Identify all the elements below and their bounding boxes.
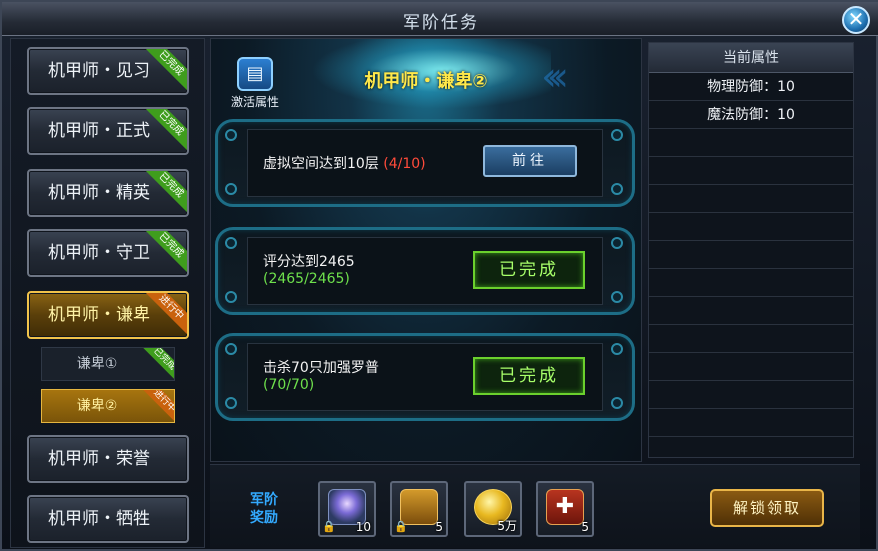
rank-label: 机甲师・守卫 xyxy=(48,243,150,263)
task-progress: (70/70) xyxy=(263,377,315,393)
task-title: 机甲师・谦卑② xyxy=(364,71,488,92)
book-icon: ▤ xyxy=(237,57,273,91)
lock-icon: 🔒 xyxy=(394,520,408,533)
close-icon[interactable]: ✕ xyxy=(842,6,870,34)
rank-item-elite[interactable]: 机甲师・精英 已完成 xyxy=(27,169,189,217)
frame-bolt-icon xyxy=(611,237,623,249)
rank-item-sacrifice[interactable]: 机甲师・牺牲 xyxy=(27,495,189,543)
attribute-row-empty xyxy=(649,129,853,157)
rank-label: 机甲师・见习 xyxy=(48,61,150,81)
rank-item-guard[interactable]: 机甲师・守卫 已完成 xyxy=(27,229,189,277)
frame-bolt-icon xyxy=(611,129,623,141)
reward-label-line1: 军阶 xyxy=(250,492,278,508)
task-progress: (2465/2465) xyxy=(263,271,350,287)
attribute-row-empty xyxy=(649,185,853,213)
activate-label: 激活属性 xyxy=(230,95,279,109)
reward-slot[interactable]: 5万 xyxy=(464,481,522,537)
reward-qty: 5 xyxy=(435,520,443,534)
activate-attributes-button[interactable]: ▤ 激活属性 xyxy=(225,57,285,113)
attribute-row-empty xyxy=(649,269,853,297)
task-text: 评分达到2465 xyxy=(263,254,355,270)
chevron-decor-icon: ‹‹‹ xyxy=(541,54,569,100)
frame-bolt-icon xyxy=(611,183,623,195)
reward-qty: 5万 xyxy=(497,519,517,533)
task-panel: ‹‹‹ ▤ 激活属性 机甲师・谦卑② 虚拟空间达到10层 (4/10) 前往 评… xyxy=(210,38,642,462)
rank-item-apprentice[interactable]: 机甲师・见习 已完成 xyxy=(27,47,189,95)
unlock-claim-button[interactable]: 解锁领取 xyxy=(710,489,824,527)
sub-item-humble-2[interactable]: 谦卑② 进行中 xyxy=(41,389,175,423)
rank-label: 机甲师・正式 xyxy=(48,121,150,141)
rank-label: 机甲师・精英 xyxy=(48,183,150,203)
reward-label: 军阶 奖励 xyxy=(244,491,284,527)
attribute-row-empty xyxy=(649,409,853,437)
sub-label: 谦卑① xyxy=(76,356,118,372)
frame-bolt-icon xyxy=(611,343,623,355)
attribute-row: 魔法防御：10 xyxy=(649,101,853,129)
attribute-row: 物理防御：10 xyxy=(649,73,853,101)
reward-slot[interactable]: 🔒 10 xyxy=(318,481,376,537)
rank-label: 机甲师・谦卑 xyxy=(48,305,150,325)
frame-bolt-icon xyxy=(611,291,623,303)
task-text: 击杀70只加强罗普 xyxy=(263,360,379,376)
rank-item-honor[interactable]: 机甲师・荣誉 xyxy=(27,435,189,483)
reward-qty: 5 xyxy=(581,520,589,534)
task-row: 虚拟空间达到10层 (4/10) 前往 xyxy=(215,119,635,207)
rank-sidebar: 机甲师・见习 已完成 机甲师・正式 已完成 机甲师・精英 已完成 机甲师・守卫 … xyxy=(10,38,205,548)
rank-quest-window: 军阶任务 ✕ 机甲师・见习 已完成 机甲师・正式 已完成 机甲师・精英 已完成 … xyxy=(0,0,878,551)
reward-slot[interactable]: ✚ 5 xyxy=(536,481,594,537)
rank-label: 机甲师・荣誉 xyxy=(48,449,150,469)
frame-bolt-icon xyxy=(225,129,237,141)
task-row: 击杀70只加强罗普 (70/70) 已完成 xyxy=(215,333,635,421)
current-attributes-panel: 当前属性 物理防御：10 魔法防御：10 xyxy=(648,42,854,458)
rank-item-regular[interactable]: 机甲师・正式 已完成 xyxy=(27,107,189,155)
reward-slot[interactable]: 🔒 5 xyxy=(390,481,448,537)
frame-bolt-icon xyxy=(225,397,237,409)
attributes-header: 当前属性 xyxy=(649,43,853,73)
title-bar: 军阶任务 ✕ xyxy=(2,2,878,36)
completed-badge: 已完成 xyxy=(473,251,585,289)
completed-badge: 已完成 xyxy=(473,357,585,395)
reward-label-line2: 奖励 xyxy=(250,510,278,526)
task-progress: (4/10) xyxy=(383,156,426,172)
go-button[interactable]: 前往 xyxy=(483,145,577,177)
sub-item-humble-1[interactable]: 谦卑① 已完成 xyxy=(41,347,175,381)
window-title: 军阶任务 xyxy=(403,13,479,33)
attribute-row-empty xyxy=(649,241,853,269)
reward-bar: 军阶 奖励 🔒 10 🔒 5 5万 ✚ 5 解锁领取 xyxy=(210,464,860,548)
rank-item-humble[interactable]: 机甲师・谦卑 进行中 xyxy=(27,291,189,339)
attribute-row-empty xyxy=(649,297,853,325)
sub-label: 谦卑② xyxy=(76,398,118,414)
frame-bolt-icon xyxy=(611,397,623,409)
task-text: 虚拟空间达到10层 xyxy=(263,156,379,172)
red-card-icon: ✚ xyxy=(546,489,584,525)
attribute-row-empty xyxy=(649,381,853,409)
task-row: 评分达到2465 (2465/2465) 已完成 xyxy=(215,227,635,315)
task-description: 虚拟空间达到10层 (4/10) xyxy=(263,153,426,173)
frame-bolt-icon xyxy=(225,183,237,195)
frame-bolt-icon xyxy=(225,237,237,249)
attribute-row-empty xyxy=(649,157,853,185)
frame-bolt-icon xyxy=(225,343,237,355)
attribute-row-empty xyxy=(649,213,853,241)
attribute-row-empty xyxy=(649,325,853,353)
reward-qty: 10 xyxy=(355,520,371,534)
lock-icon: 🔒 xyxy=(322,520,336,533)
rank-label: 机甲师・牺牲 xyxy=(48,509,150,529)
attribute-row-empty xyxy=(649,353,853,381)
frame-bolt-icon xyxy=(225,291,237,303)
